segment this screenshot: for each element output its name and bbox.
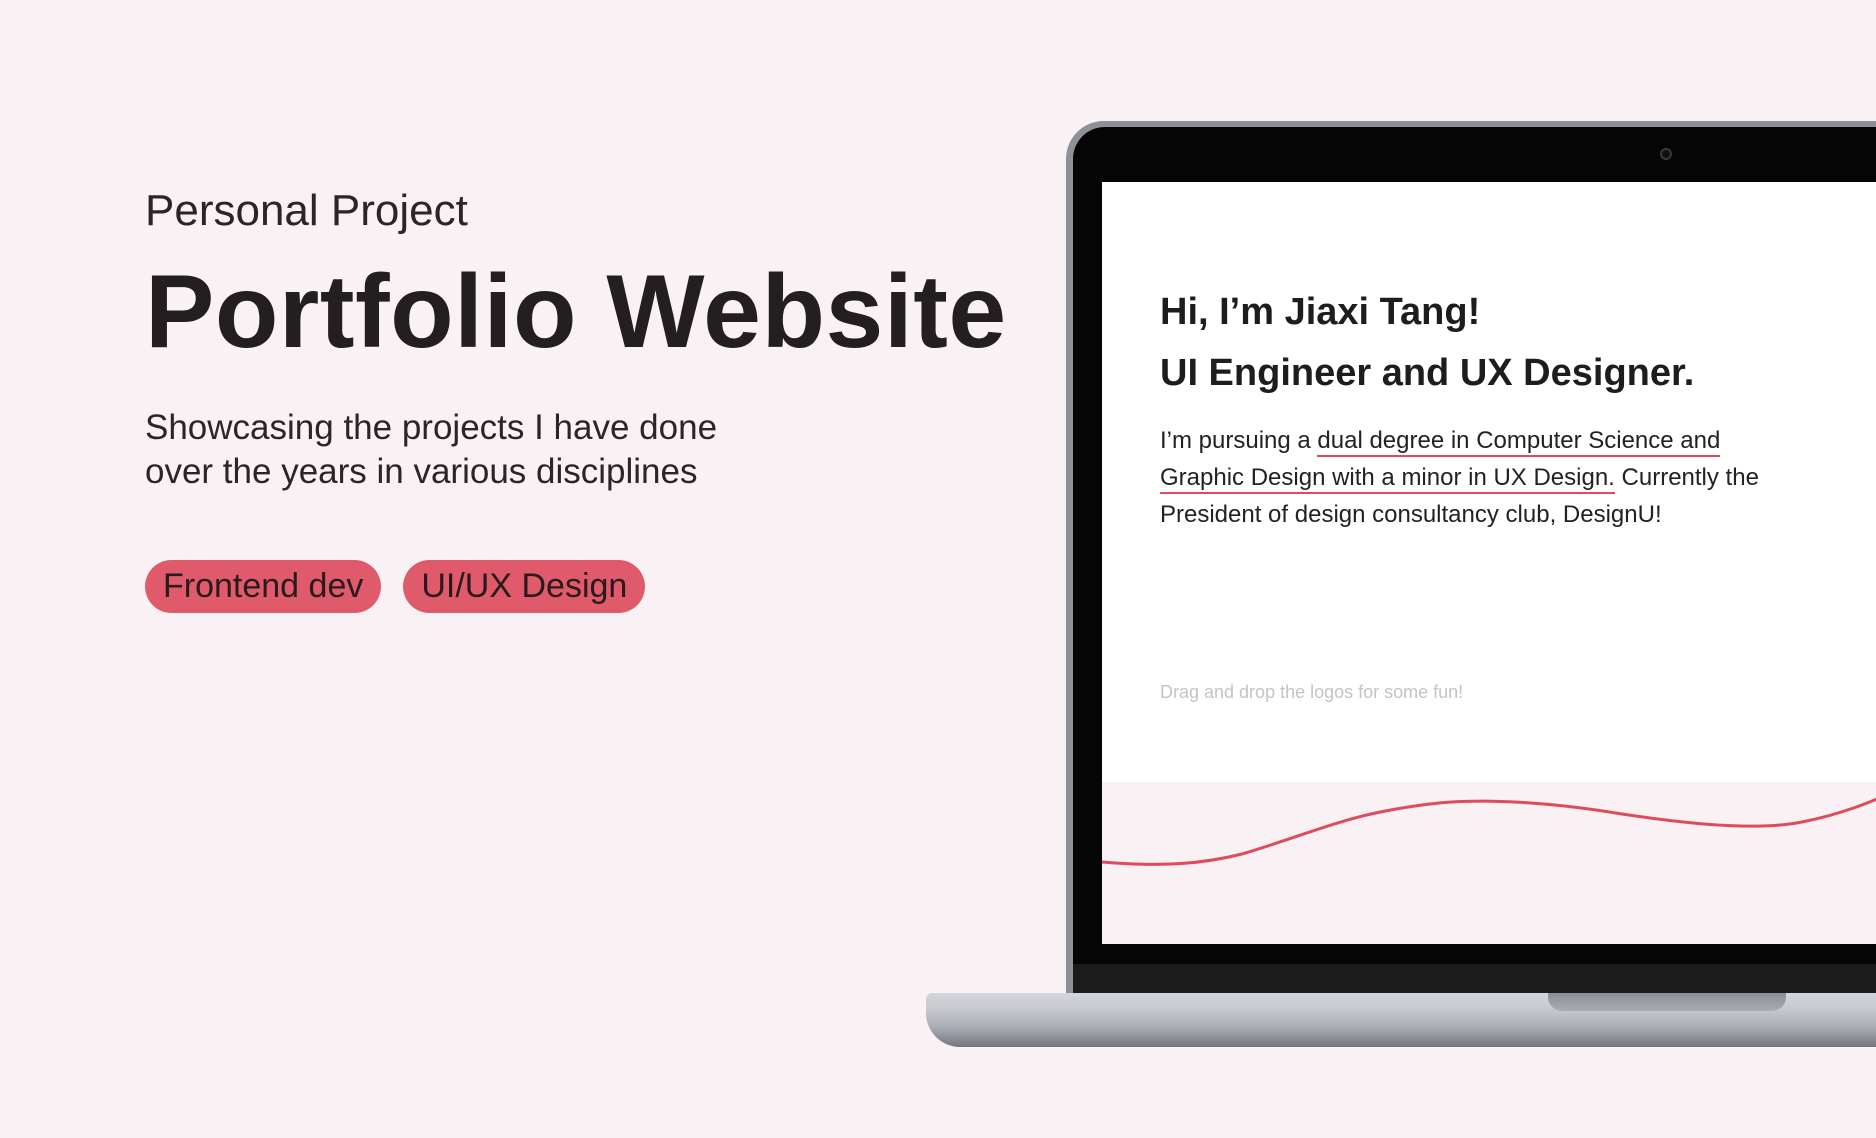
wave-divider: [1102, 797, 1876, 944]
bio-line: I’m pursuing a dual degree in Computer S…: [1160, 422, 1810, 459]
tag-frontend-dev: Frontend dev: [145, 560, 382, 613]
bio-line: Graphic Design with a minor in UX Design…: [1160, 459, 1810, 496]
intro-panel: Personal Project Portfolio Website Showc…: [145, 180, 1007, 613]
drag-drop-hint: Drag and drop the logos for some fun!: [1160, 682, 1464, 702]
project-description: Showcasing the projects I have done over…: [145, 406, 965, 494]
bio-text: Currently the: [1614, 464, 1759, 491]
hero-heading-line: Hi, I’m Jiaxi Tang!: [1160, 291, 1481, 333]
hero-heading: Hi, I’m Jiaxi Tang! UI Engineer and UX D…: [1160, 282, 1694, 404]
bio-line: President of design consultancy club, De…: [1160, 501, 1662, 528]
highlight-minor: Graphic Design with a minor in UX Design…: [1160, 464, 1615, 494]
bio-text: I’m pursuing a: [1160, 427, 1318, 454]
hero-heading-line: UI Engineer and UX Designer.: [1160, 352, 1695, 394]
tag-ui-ux-design: UI/UX Design: [403, 560, 646, 613]
tag-list: Frontend dev UI/UX Design: [145, 560, 965, 613]
laptop-chin: [1073, 964, 1876, 994]
hero-bio: I’m pursuing a dual degree in Computer S…: [1160, 422, 1810, 533]
laptop-screen: Hi, I’m Jiaxi Tang! UI Engineer and UX D…: [1102, 182, 1876, 944]
project-type-label: Personal Project: [145, 186, 468, 235]
project-title: Portfolio Website: [145, 254, 1007, 370]
description-line: over the years in various disciplines: [145, 452, 698, 491]
description-line: Showcasing the projects I have done: [145, 408, 718, 447]
highlight-degree: dual degree in Computer Science and: [1317, 427, 1721, 457]
laptop-lid-notch: [1548, 993, 1786, 1011]
webcam-icon: [1660, 148, 1672, 160]
